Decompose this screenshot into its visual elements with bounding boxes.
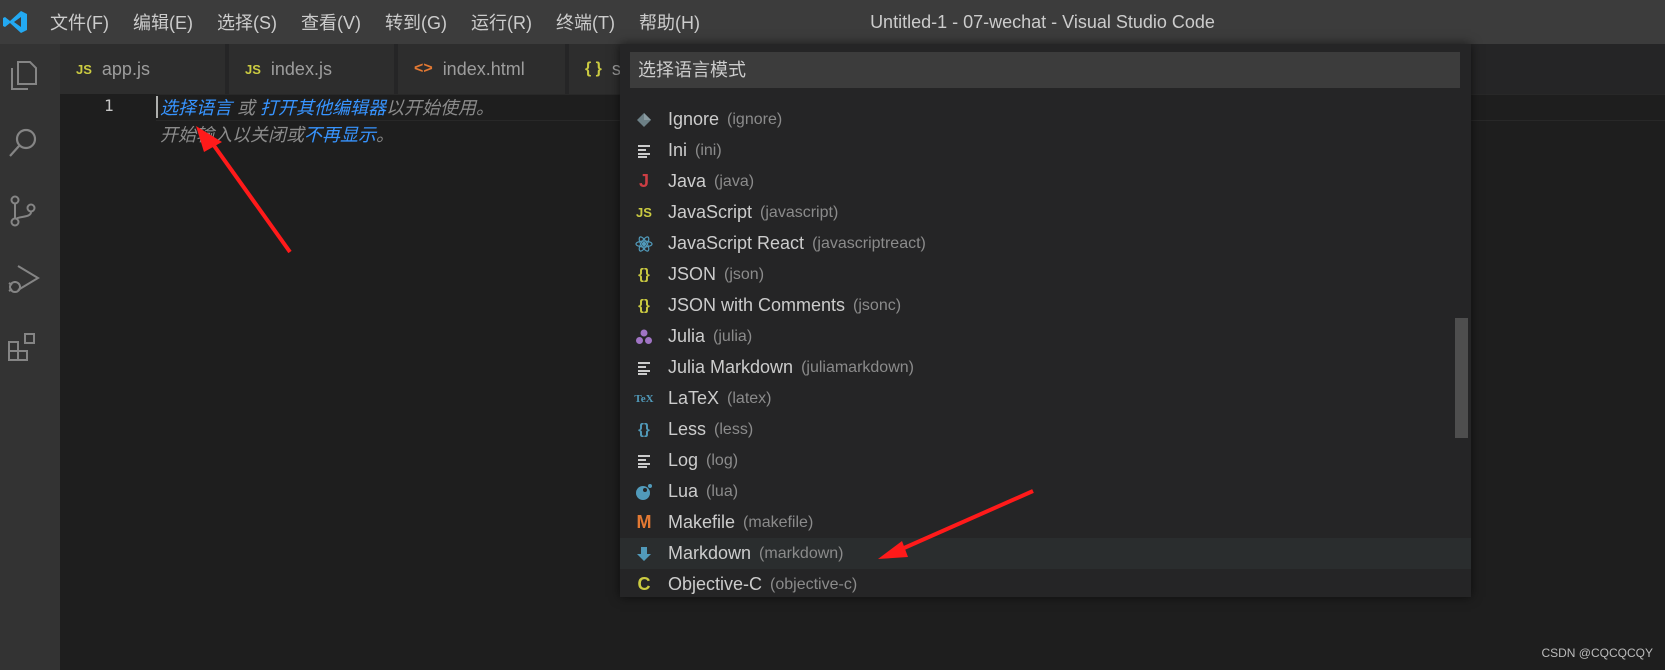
watermark: CSDN @CQCQCQY (1541, 646, 1653, 660)
red-arrow-editor (196, 126, 292, 254)
annotation-arrows (196, 126, 1034, 559)
red-arrow-markdown (878, 489, 1034, 559)
